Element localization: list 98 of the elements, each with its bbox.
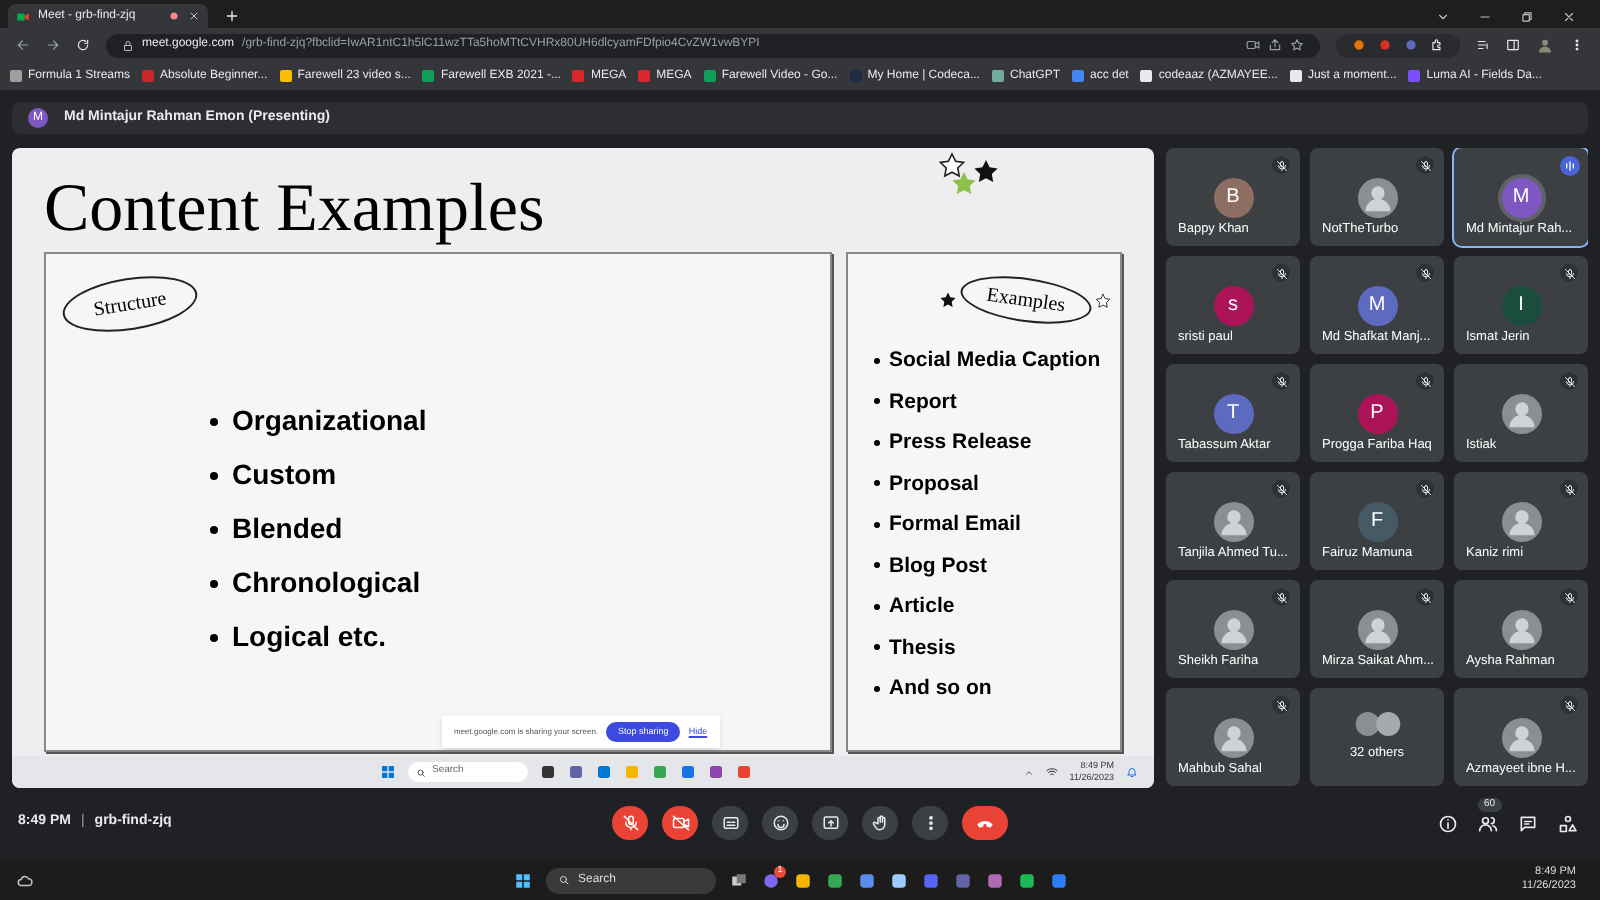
reload-icon[interactable] — [76, 38, 90, 52]
avatar: B — [1213, 177, 1253, 217]
hand-icon — [871, 814, 889, 832]
back-icon[interactable] — [16, 38, 30, 52]
minimize-icon[interactable] — [1478, 10, 1492, 24]
close-icon[interactable] — [188, 10, 200, 22]
present-screen-icon — [821, 814, 839, 832]
avatar: T — [1213, 393, 1253, 433]
more-options-button[interactable] — [912, 806, 948, 840]
person-avatar-icon — [1213, 717, 1253, 757]
start-icon[interactable] — [380, 764, 396, 780]
person-avatar-icon — [1501, 609, 1541, 649]
puzzle-icon[interactable] — [1430, 38, 1444, 52]
bullet-icon — [210, 579, 218, 587]
list-item: Chronological — [232, 564, 421, 602]
star-icon — [938, 290, 958, 310]
recording-icon — [168, 10, 180, 22]
avatar: P — [1357, 393, 1397, 433]
list-item: And so on — [889, 674, 992, 703]
emoji-button[interactable] — [762, 806, 798, 840]
wifi-icon[interactable] — [1045, 766, 1058, 778]
avatar: I — [1501, 285, 1541, 325]
star-icon[interactable] — [1290, 38, 1304, 52]
group-avatar-icon — [1353, 710, 1401, 739]
chat-app-icon[interactable] — [762, 871, 780, 889]
camera-icon[interactable] — [1246, 38, 1260, 52]
bullet-icon — [873, 521, 880, 528]
camera-button[interactable] — [662, 806, 698, 840]
chat-icon[interactable] — [1518, 813, 1538, 833]
search-icon — [558, 874, 570, 886]
bullet-icon — [873, 644, 880, 651]
lock-icon — [122, 39, 134, 51]
bullet-icon — [210, 471, 218, 479]
bullet-icon — [873, 439, 880, 446]
list-item: Blended — [232, 510, 343, 548]
bullet-icon — [873, 603, 880, 610]
avatar: M — [1501, 177, 1541, 217]
list-item: Press Release — [889, 428, 1032, 457]
share-icon[interactable] — [1268, 38, 1282, 52]
star-icon — [1094, 291, 1112, 309]
slide-title: Content Examples — [44, 176, 545, 244]
new-tab-icon[interactable] — [224, 8, 240, 24]
bullet-icon — [210, 417, 218, 425]
captions-button[interactable] — [712, 806, 748, 840]
list-item: Proposal — [889, 469, 979, 498]
side-panel-icon[interactable] — [1506, 38, 1520, 52]
present-button[interactable] — [812, 806, 848, 840]
bullet-icon — [210, 525, 218, 533]
person-avatar-icon — [1213, 501, 1253, 541]
list-item: Formal Email — [889, 510, 1021, 539]
microphone-button[interactable] — [612, 806, 648, 840]
avatar: s — [1213, 285, 1253, 325]
bullet-icon — [873, 685, 880, 692]
activities-icon[interactable] — [1558, 813, 1578, 833]
profile-icon[interactable] — [1536, 36, 1554, 54]
info-icon[interactable] — [1438, 813, 1458, 833]
list-item: Blog Post — [889, 551, 988, 580]
search-icon — [416, 767, 426, 777]
start-icon[interactable] — [514, 871, 532, 889]
raise-hand-button[interactable] — [862, 806, 898, 840]
bullet-icon — [873, 357, 880, 364]
avatar: F — [1357, 501, 1397, 541]
person-avatar-icon — [1357, 177, 1397, 217]
weather-icon[interactable] — [16, 871, 34, 889]
person-avatar-icon — [1501, 393, 1541, 433]
person-avatar-icon — [1357, 609, 1397, 649]
reading-list-icon[interactable] — [1476, 38, 1490, 52]
person-avatar-icon — [1501, 501, 1541, 541]
bullet-icon — [873, 480, 880, 487]
list-item: Report — [889, 387, 957, 416]
end-call-button[interactable] — [962, 806, 1008, 840]
mic-off-icon — [621, 814, 639, 832]
list-item: Article — [889, 592, 955, 621]
person-avatar-icon — [1213, 609, 1253, 649]
chevron-icon[interactable] — [1436, 10, 1450, 24]
bullet-icon — [873, 562, 880, 569]
bullet-icon — [210, 633, 218, 641]
list-item: Custom — [232, 456, 337, 494]
audio-bars-icon — [1560, 156, 1580, 176]
list-item: Logical etc. — [232, 618, 387, 656]
close-icon[interactable] — [1562, 10, 1576, 24]
person-avatar-icon — [1501, 717, 1541, 757]
bell-icon[interactable] — [1126, 766, 1138, 778]
avatar: M — [1357, 285, 1397, 325]
task-view-icon[interactable] — [730, 871, 748, 889]
captions-icon — [721, 814, 739, 832]
list-item: Organizational — [232, 402, 427, 440]
menu-icon[interactable] — [1570, 38, 1584, 52]
list-item: Social Media Caption — [889, 346, 1101, 375]
forward-icon[interactable] — [46, 38, 60, 52]
meet-logo-icon — [16, 9, 30, 23]
people-icon[interactable] — [1478, 813, 1498, 833]
camera-off-icon — [671, 814, 689, 832]
restore-icon[interactable] — [1520, 10, 1534, 24]
smiley-icon — [771, 814, 789, 832]
tray-icon[interactable] — [1023, 767, 1034, 777]
list-item: Thesis — [889, 633, 956, 662]
bullet-icon — [873, 398, 880, 405]
